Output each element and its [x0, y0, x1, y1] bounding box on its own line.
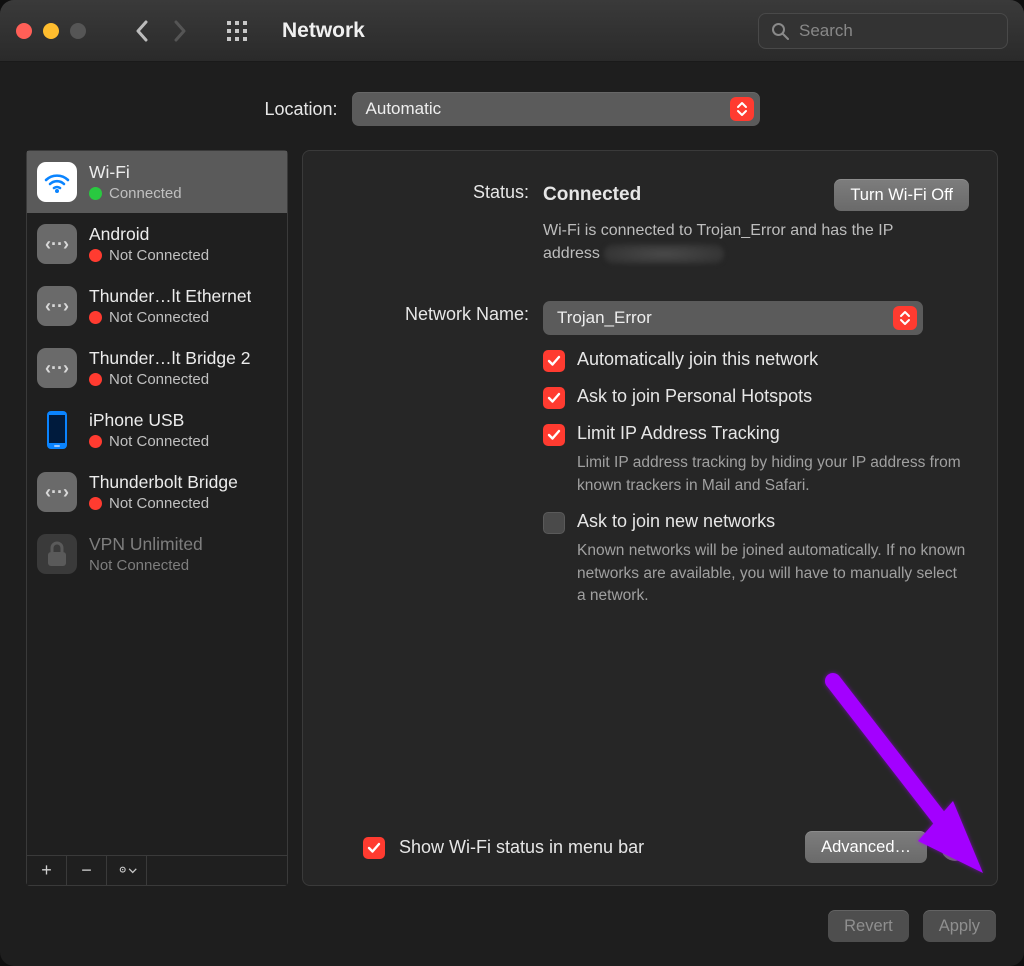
add-service-button[interactable]: + [27, 856, 67, 885]
status-dot-icon [89, 187, 102, 200]
network-name-value: Trojan_Error [557, 308, 652, 328]
ethernet-icon: ‹··› [37, 224, 77, 264]
ethernet-icon: ‹··› [37, 472, 77, 512]
content-area: Wi-FiConnected‹··›AndroidNot Connected‹·… [0, 126, 1024, 896]
sidebar-item-thunder-lt-ethernet[interactable]: ‹··› Thunder…lt Ethernet Not Connected [27, 275, 287, 337]
help-button[interactable]: ? [941, 833, 969, 861]
location-label: Location: [264, 99, 337, 120]
search-icon [771, 22, 789, 40]
network-name-dropdown[interactable]: Trojan_Error [543, 301, 923, 335]
option-label: Automatically join this network [577, 349, 818, 370]
sidebar-item-status: Not Connected [89, 495, 238, 512]
svg-text:‹··›: ‹··› [45, 482, 69, 502]
ethernet-icon: ‹··› [37, 348, 77, 388]
sidebar-item-label: VPN Unlimited [89, 534, 203, 555]
sidebar-item-label: Android [89, 224, 209, 245]
ip-address-redacted [604, 244, 724, 264]
remove-service-button[interactable]: − [67, 856, 107, 885]
option-label: Limit IP Address Tracking [577, 423, 967, 444]
location-row: Location: Automatic [0, 92, 1024, 126]
checkbox[interactable] [543, 512, 565, 534]
option-label: Ask to join Personal Hotspots [577, 386, 812, 407]
lock-icon [37, 534, 77, 574]
sidebar-item-wi-fi[interactable]: Wi-Fi Connected [27, 151, 287, 213]
status-dot-icon [89, 249, 102, 262]
back-button[interactable] [134, 23, 150, 39]
network-name-label: Network Name: [331, 301, 543, 325]
zoom-button[interactable] [70, 23, 86, 39]
minimize-button[interactable] [43, 23, 59, 39]
network-name-row: Network Name: Trojan_Error Automatically… [331, 301, 969, 607]
sidebar-item-iphone-usb[interactable]: iPhone USB Not Connected [27, 399, 287, 461]
status-label: Status: [331, 179, 543, 203]
option-label: Ask to join new networks [577, 511, 967, 532]
svg-text:‹··›: ‹··› [45, 296, 69, 316]
apply-button[interactable]: Apply [923, 910, 996, 942]
checkbox[interactable] [543, 424, 565, 446]
option-description: Limit IP address tracking by hiding your… [577, 452, 967, 497]
updown-arrows-icon [730, 97, 754, 121]
revert-button[interactable]: Revert [828, 910, 909, 942]
sidebar-item-status: Not Connected [89, 371, 250, 388]
annotation-arrow [813, 661, 1013, 901]
service-list: Wi-FiConnected‹··›AndroidNot Connected‹·… [27, 151, 287, 855]
traffic-lights [16, 23, 86, 39]
service-sidebar: Wi-FiConnected‹··›AndroidNot Connected‹·… [26, 150, 288, 886]
updown-arrows-icon [893, 306, 917, 330]
svg-text:‹··›: ‹··› [45, 358, 69, 378]
status-row: Status: Connected Turn Wi-Fi Off Wi-Fi i… [331, 179, 969, 265]
sidebar-item-thunder-lt-bridge-2[interactable]: ‹··› Thunder…lt Bridge 2 Not Connected [27, 337, 287, 399]
sidebar-item-label: iPhone USB [89, 410, 209, 431]
sidebar-item-status: Connected [89, 185, 182, 202]
status-value: Connected [543, 184, 641, 206]
search-field[interactable]: Search [758, 13, 1008, 49]
sidebar-item-vpn-unlimited[interactable]: VPN Unlimited Not Connected [27, 523, 287, 585]
detail-panel: Status: Connected Turn Wi-Fi Off Wi-Fi i… [302, 150, 998, 886]
forward-button[interactable] [172, 23, 188, 39]
ethernet-icon: ‹··› [37, 286, 77, 326]
sidebar-toolbar: + − [27, 855, 287, 885]
window-title: Network [282, 19, 365, 43]
location-value: Automatic [366, 99, 442, 119]
wifi-icon [37, 162, 77, 202]
status-dot-icon [89, 373, 102, 386]
wifi-toggle-button[interactable]: Turn Wi-Fi Off [834, 179, 969, 211]
sidebar-item-label: Thunder…lt Bridge 2 [89, 348, 250, 369]
footer-row: Revert Apply [0, 896, 1024, 966]
sidebar-item-status: Not Connected [89, 433, 209, 450]
iphone-icon [37, 410, 77, 450]
sidebar-item-android[interactable]: ‹··› Android Not Connected [27, 213, 287, 275]
sidebar-item-status: Not Connected [89, 309, 251, 326]
checkbox[interactable] [543, 350, 565, 372]
status-dot-icon [89, 435, 102, 448]
checkbox[interactable] [543, 387, 565, 409]
titlebar: Network Search [0, 0, 1024, 62]
option-row: Automatically join this network [543, 349, 969, 372]
sidebar-item-label: Thunder…lt Ethernet [89, 286, 251, 307]
sidebar-item-label: Wi-Fi [89, 162, 182, 183]
sidebar-item-status: Not Connected [89, 247, 209, 264]
sidebar-item-thunderbolt-bridge[interactable]: ‹··› Thunderbolt Bridge Not Connected [27, 461, 287, 523]
detail-bottom-row: Show Wi-Fi status in menu bar Advanced… … [331, 831, 969, 863]
svg-text:‹··›: ‹··› [45, 234, 69, 254]
close-button[interactable] [16, 23, 32, 39]
sidebar-item-label: Thunderbolt Bridge [89, 472, 238, 493]
option-row: Limit IP Address Tracking Limit IP addres… [543, 423, 969, 497]
option-row: Ask to join Personal Hotspots [543, 386, 969, 409]
option-description: Known networks will be joined automatica… [577, 540, 967, 607]
menubar-checkbox[interactable] [363, 837, 385, 859]
advanced-button[interactable]: Advanced… [805, 831, 927, 863]
nav-buttons [134, 23, 188, 39]
status-dot-icon [89, 311, 102, 324]
network-preferences-window: Network Search Location: Automatic Wi-Fi… [0, 0, 1024, 966]
sidebar-item-status: Not Connected [89, 557, 203, 574]
service-actions-button[interactable] [107, 856, 147, 885]
menubar-label: Show Wi-Fi status in menu bar [399, 837, 644, 858]
status-message: Wi-Fi is connected to Trojan_Error and h… [543, 219, 943, 265]
option-row: Ask to join new networks Known networks w… [543, 511, 969, 607]
location-dropdown[interactable]: Automatic [352, 92, 760, 126]
show-all-icon[interactable] [226, 20, 248, 42]
search-placeholder: Search [799, 21, 853, 41]
status-dot-icon [89, 497, 102, 510]
